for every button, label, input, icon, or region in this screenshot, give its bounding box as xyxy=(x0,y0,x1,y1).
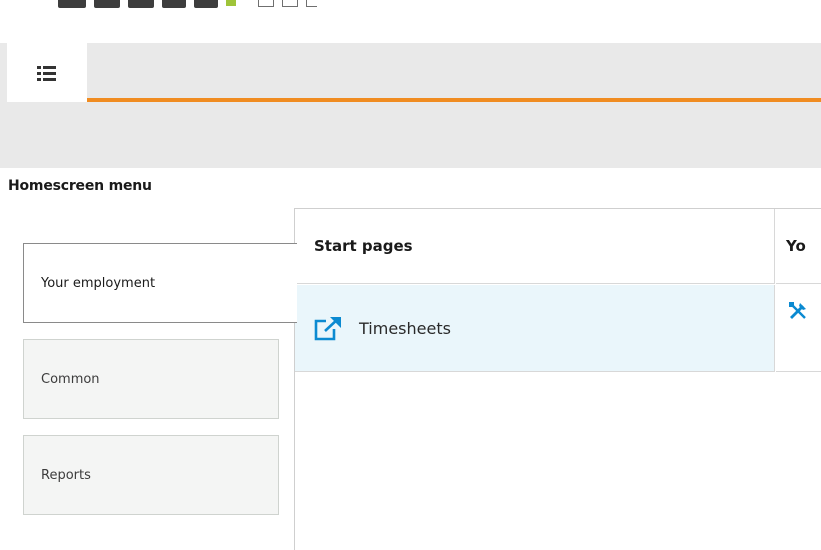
nav-item-label: Your employment xyxy=(41,275,156,291)
table-row-timesheets[interactable]: Timesheets xyxy=(295,285,775,372)
nav-item-common[interactable]: Common xyxy=(23,339,279,419)
menu-toggle-button[interactable] xyxy=(7,43,87,100)
row-label: Timesheets xyxy=(359,318,451,338)
table-cell-tools[interactable] xyxy=(776,285,821,372)
active-tab-indicator xyxy=(87,98,821,102)
nav-item-your-employment[interactable]: Your employment xyxy=(23,243,297,323)
nav-item-label: Common xyxy=(41,371,100,387)
list-menu-icon xyxy=(37,66,56,81)
tools-icon[interactable] xyxy=(788,301,808,321)
column-header-start-pages: Start pages xyxy=(295,209,775,284)
header-band xyxy=(0,43,821,168)
logo xyxy=(58,0,358,16)
external-link-icon xyxy=(314,317,341,341)
nav-item-reports[interactable]: Reports xyxy=(23,435,279,515)
column-header-second: Yo xyxy=(776,209,821,284)
nav-item-label: Reports xyxy=(41,467,91,483)
page-title: Homescreen menu xyxy=(8,178,152,194)
